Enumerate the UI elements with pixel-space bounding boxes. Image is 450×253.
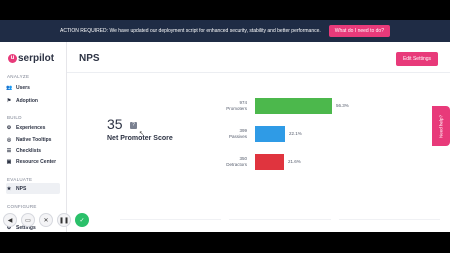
- nps-bar-passives: [255, 126, 285, 142]
- banner-text: ACTION REQUIRED: We have updated our dep…: [60, 28, 321, 34]
- users-icon: 👥: [6, 84, 13, 91]
- row-category: Passives: [228, 134, 247, 139]
- star-icon: ★: [6, 185, 12, 192]
- sidebar-item-checklists[interactable]: ☰ Checklists: [6, 145, 60, 156]
- sidebar-item-native-tooltips[interactable]: ◎ Native Tooltips: [6, 134, 60, 145]
- sidebar-item-label: Adoption: [16, 97, 38, 104]
- placeholder-line: [120, 215, 222, 220]
- close-icon[interactable]: ✕: [39, 213, 53, 227]
- row-percent: 21.6%: [288, 159, 301, 164]
- placeholder-line: [229, 215, 331, 220]
- sidebar-item-nps[interactable]: ★ NPS: [6, 183, 60, 194]
- sidebar-item-experiences[interactable]: ⚙ Experiences: [6, 122, 60, 133]
- check-icon[interactable]: ✓: [75, 213, 89, 227]
- checklist-icon: ☰: [6, 147, 12, 154]
- info-icon[interactable]: ?: [130, 122, 137, 129]
- nps-bar-detractors: [255, 154, 284, 170]
- gear-icon: ⚙: [6, 124, 12, 131]
- section-configure: CONFIGURE: [7, 204, 37, 209]
- action-required-banner: ACTION REQUIRED: We have updated our dep…: [0, 20, 450, 42]
- screen-icon[interactable]: ▭: [21, 213, 35, 227]
- sidebar-item-label: NPS: [16, 185, 27, 192]
- row-percent: 22.1%: [289, 131, 302, 136]
- sidebar-item-label: Resource Center: [16, 158, 57, 165]
- row-count: 350: [239, 156, 247, 161]
- row-count: 399: [239, 128, 247, 133]
- sidebar-item-label: Native Tooltips: [16, 136, 52, 143]
- resource-icon: ▣: [6, 158, 12, 165]
- row-category: Promoters: [226, 106, 247, 111]
- edit-settings-button[interactable]: Edit Settings: [396, 52, 438, 66]
- recording-toolbar: ◀ ▭ ✕ ❚❚ ✓: [3, 211, 89, 229]
- nps-bar-promoters: [255, 98, 332, 114]
- placeholder-row: [120, 215, 440, 221]
- nps-score-label: Net Promoter Score: [107, 135, 173, 142]
- row-category: Detractors: [226, 162, 247, 167]
- main-content: NPS Edit Settings 35 ? ↖ Net Promoter Sc…: [67, 42, 450, 232]
- what-to-do-button[interactable]: What do I need to do?: [328, 25, 390, 37]
- section-analyze: ANALYZE: [7, 74, 30, 79]
- sidebar-item-label: Checklists: [16, 147, 42, 154]
- sidebar: u serpilot ANALYZE 👥 Users ⚑ Adoption BU…: [0, 42, 67, 232]
- row-count-label: 350 Detractors: [197, 156, 247, 168]
- row-count-label: 974 Promoters: [197, 100, 247, 112]
- logo-text: serpilot: [18, 53, 55, 64]
- section-evaluate: EVALUATE: [7, 177, 33, 182]
- sidebar-item-adoption[interactable]: ⚑ Adoption: [6, 95, 60, 106]
- page-header: NPS Edit Settings: [67, 42, 450, 73]
- sidebar-item-label: Users: [16, 84, 30, 91]
- row-percent: 56.3%: [336, 103, 349, 108]
- logo[interactable]: u serpilot: [8, 53, 54, 64]
- logo-mark: u: [8, 54, 17, 63]
- placeholder-line: [338, 215, 440, 220]
- section-build: BUILD: [7, 115, 22, 120]
- sidebar-item-resource-center[interactable]: ▣ Resource Center: [6, 156, 60, 167]
- sidebar-item-users[interactable]: 👥 Users: [6, 82, 60, 93]
- page-title: NPS: [79, 53, 100, 64]
- sidebar-item-label: Experiences: [16, 124, 46, 131]
- need-help-tab[interactable]: Need help?: [432, 106, 450, 146]
- back-icon[interactable]: ◀: [3, 213, 17, 227]
- pause-icon[interactable]: ❚❚: [57, 213, 71, 227]
- tooltip-icon: ◎: [6, 136, 12, 143]
- row-count-label: 399 Passives: [197, 128, 247, 140]
- flag-icon: ⚑: [6, 97, 12, 104]
- nps-score-value: 35: [107, 116, 123, 132]
- row-count: 974: [239, 100, 247, 105]
